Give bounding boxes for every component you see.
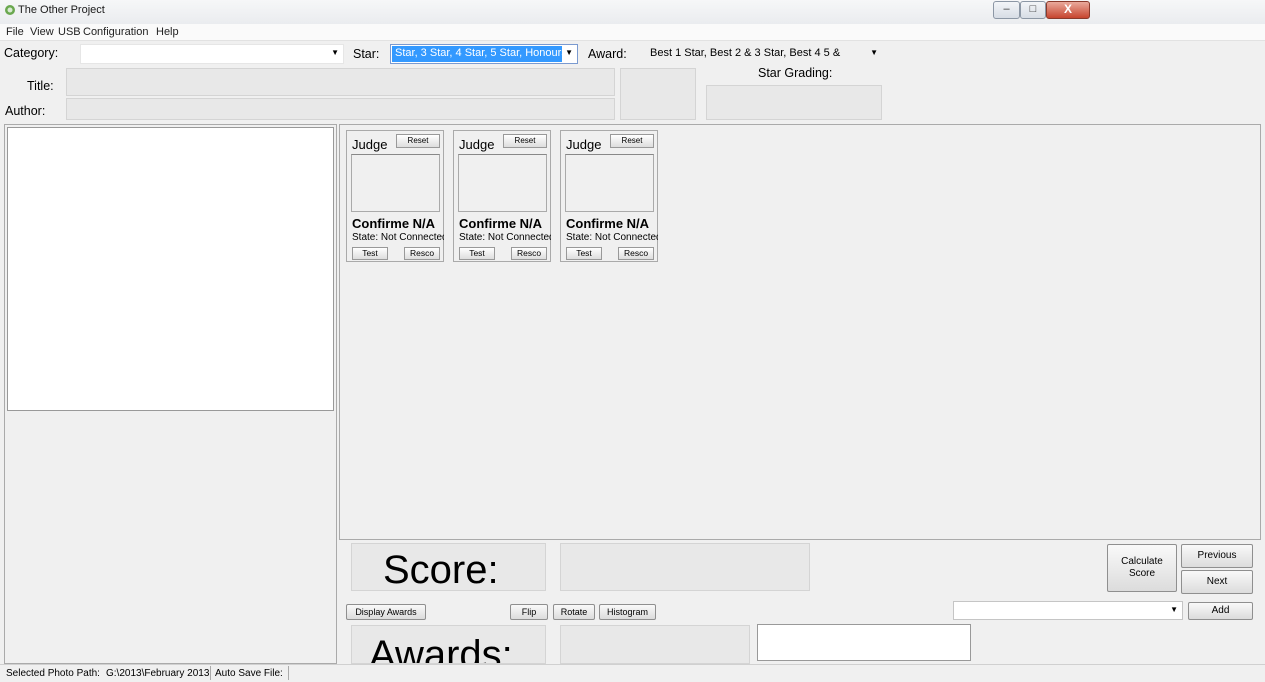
close-button[interactable]: X [1046,1,1090,19]
status-divider [288,666,289,680]
awards-label: Awards: [369,633,513,664]
close-icon: X [1063,2,1072,16]
title-label: Title: [27,79,54,93]
star-grading-label: Star Grading: [758,66,833,80]
awards-value-box [560,625,750,664]
maximize-button[interactable]: □ [1020,1,1046,19]
judge-reconnect-button[interactable]: Resco [404,247,440,260]
menu-configuration[interactable]: Configuration [83,26,148,38]
chevron-down-icon: ▼ [565,48,573,57]
app-icon [5,5,15,15]
star-value: Star, 3 Star, 4 Star, 5 Star, Honours [392,46,562,62]
judge-test-button[interactable]: Test [352,247,388,260]
menu-view[interactable]: View [30,26,54,38]
judge-confirm: Confirme N/A [352,216,436,231]
window-title: The Other Project [18,4,105,16]
awards-text-field[interactable] [757,624,971,661]
award-value: Best 1 Star, Best 2 & 3 Star, Best 4 5 & [650,47,841,59]
auto-save-label: Auto Save File: [215,668,283,679]
status-bar: Selected Photo Path: G:\2013\February 20… [0,664,1265,682]
add-button[interactable]: Add [1188,602,1253,620]
menu-file[interactable]: File [6,26,24,38]
chevron-down-icon: ▼ [1170,605,1178,614]
judge-reset-button[interactable]: Reset [503,134,547,148]
histogram-button[interactable]: Histogram [599,604,656,620]
judge-display [458,154,547,212]
chevron-down-icon: ▼ [331,48,339,57]
category-select[interactable]: ▼ [80,44,344,64]
minimize-icon: – [1003,3,1010,15]
calculate-score-label: Calculate Score [1121,556,1163,579]
judge-confirm: Confirme N/A [566,216,650,231]
left-panel [4,124,337,664]
judge-state: State: Not Connected [566,232,658,243]
previous-button[interactable]: Previous [1181,544,1253,568]
menu-usb[interactable]: USB [58,26,81,38]
rotate-button[interactable]: Rotate [553,604,595,620]
thumbnail-box [620,68,696,120]
status-divider [210,666,211,680]
author-label: Author: [5,104,46,118]
judge-confirm: Confirme N/A [459,216,543,231]
star-label: Star: [353,47,380,61]
judge-reconnect-button[interactable]: Resco [618,247,654,260]
judge-display [351,154,440,212]
judge-state: State: Not Connected [459,232,551,243]
judge-test-button[interactable]: Test [459,247,495,260]
star-select[interactable]: Star, 3 Star, 4 Star, 5 Star, Honours ▼ [390,44,578,64]
display-awards-button[interactable]: Display Awards [346,604,426,620]
judge-reset-button[interactable]: Reset [396,134,440,148]
judge-label: Judge [352,137,388,152]
minimize-button[interactable]: – [993,1,1020,19]
flip-button[interactable]: Flip [510,604,548,620]
judge-card: Judge Reset Confirme N/A State: Not Conn… [560,130,658,262]
photo-path-label: Selected Photo Path: [6,668,100,679]
award-select[interactable]: Best 1 Star, Best 2 & 3 Star, Best 4 5 &… [646,44,882,64]
chevron-down-icon: ▼ [870,48,878,57]
score-label: Score: [383,548,499,592]
judge-state: State: Not Connected [352,232,444,243]
calculate-score-button[interactable]: Calculate Score [1107,544,1177,592]
award-label: Award: [588,47,627,61]
judge-label: Judge [459,137,495,152]
judge-reconnect-button[interactable]: Resco [511,247,547,260]
maximize-icon: □ [1029,3,1037,15]
title-field [66,68,615,96]
judge-test-button[interactable]: Test [566,247,602,260]
category-label: Category: [4,46,59,60]
judge-card: Judge Reset Confirme N/A State: Not Conn… [453,130,551,262]
menu-bar: File View USB Configuration Help [0,24,1265,41]
menu-help[interactable]: Help [156,26,179,38]
judge-reset-button[interactable]: Reset [610,134,654,148]
author-field [66,98,615,120]
title-bar: The Other Project – □ X [0,0,1265,24]
star-grading-field [706,85,882,120]
photo-list[interactable] [7,127,334,411]
award-picker-select[interactable]: ▼ [953,601,1183,620]
awards-label-box: Awards: [351,625,546,664]
photo-path-value: G:\2013\February 2013 [106,668,210,679]
judge-label: Judge [566,137,602,152]
judge-display [565,154,654,212]
next-button[interactable]: Next [1181,570,1253,594]
judge-card: Judge Reset Confirme N/A State: Not Conn… [346,130,444,262]
score-value-box [560,543,810,591]
